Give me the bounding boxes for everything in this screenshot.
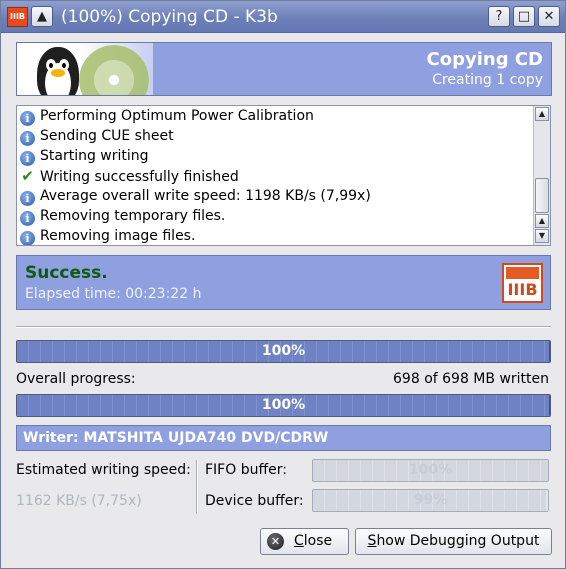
estimated-speed-label: Estimated writing speed: xyxy=(16,462,191,478)
banner-art xyxy=(17,43,153,95)
k3b-logo-icon: IIIB xyxy=(502,263,543,303)
log-item: i Sending CUE sheet xyxy=(20,126,174,146)
question-icon: ? xyxy=(495,9,503,24)
info-icon: i xyxy=(20,191,35,206)
banner-subtitle: Creating 1 copy xyxy=(432,72,543,88)
help-button[interactable]: ? xyxy=(488,6,510,27)
window-title: (100%) Copying CD - K3b xyxy=(61,7,278,27)
scroll-thumb[interactable] xyxy=(535,178,549,213)
separator xyxy=(16,326,551,328)
log-item: ✔ Writing successfully finished xyxy=(20,166,239,186)
estimated-speed-value: 1162 KB/s (7,75x) xyxy=(16,493,142,509)
banner-title: Copying CD xyxy=(426,49,543,70)
chevron-up-icon: ▲ xyxy=(37,9,47,24)
k3b-copy-window: IIIB ▲ (100%) Copying CD - K3b ? □ ✕ Cop… xyxy=(0,0,566,569)
fifo-buffer-bar: 100% xyxy=(312,459,549,482)
progress-text: 100% xyxy=(261,343,306,359)
info-icon: i xyxy=(20,131,35,146)
log-item-text: Writing successfully finished xyxy=(40,169,239,185)
buffer-text: 100% xyxy=(408,462,453,478)
overall-written-text: 698 of 698 MB written xyxy=(393,371,549,387)
log-item-text: Removing image files. xyxy=(40,228,196,244)
elapsed-time: Elapsed time: 00:23:22 h xyxy=(25,286,202,302)
k3b-app-icon[interactable]: IIIB xyxy=(7,7,28,27)
close-button-mnemonic: C xyxy=(294,533,304,549)
close-button-label: lose xyxy=(303,533,333,549)
log-scrollbar[interactable]: ▲ ▲ ▼ xyxy=(533,106,550,245)
close-window-button[interactable]: ✕ xyxy=(538,6,560,27)
penguin-icon xyxy=(37,47,79,95)
log-list[interactable]: i Performing Optimum Power Calibration iS… xyxy=(16,105,551,246)
device-buffer-label: Device buffer: xyxy=(205,493,304,509)
log-item: i Removing temporary files. xyxy=(20,206,225,226)
log-item-text: Removing temporary files. xyxy=(40,208,226,224)
arrow-down-icon: ▼ xyxy=(538,231,546,240)
maximize-button[interactable]: □ xyxy=(513,6,535,27)
info-icon: i xyxy=(20,151,35,166)
vertical-separator xyxy=(196,460,198,514)
close-icon: ✕ xyxy=(543,9,555,24)
fifo-buffer-label: FIFO buffer: xyxy=(205,462,287,478)
show-debugging-output-button[interactable]: Show Debugging Output xyxy=(355,528,552,555)
log-item-text: Average overall write speed: 1198 KB/s (… xyxy=(40,188,371,204)
title-bar[interactable]: IIIB ▲ (100%) Copying CD - K3b ? □ ✕ xyxy=(1,1,565,33)
cd-disc-icon xyxy=(79,45,149,95)
info-icon: i xyxy=(20,111,35,126)
buffer-text: 99% xyxy=(413,492,448,508)
header-banner: Copying CD Creating 1 copy xyxy=(16,42,552,96)
device-buffer-bar: 99% xyxy=(312,489,549,512)
maximize-icon: □ xyxy=(517,9,531,24)
debug-button-label: how Debugging Output xyxy=(376,533,540,549)
scroll-down-step-button[interactable]: ▲ xyxy=(535,214,549,228)
track-progress-bar: 100% xyxy=(16,340,551,363)
info-icon: i xyxy=(20,231,35,245)
close-icon: ✕ xyxy=(267,533,284,550)
log-item: i Removing image files. xyxy=(20,226,196,245)
overall-progress-label: Overall progress: xyxy=(16,371,136,387)
info-icon: i xyxy=(20,211,35,226)
log-item: i Starting writing xyxy=(20,146,149,166)
overall-progress-bar: 100% xyxy=(16,394,551,417)
log-item-text: Sending CUE sheet xyxy=(40,128,174,144)
close-button[interactable]: ✕ Close xyxy=(260,528,349,555)
log-item-text: Starting writing xyxy=(40,148,149,164)
log-item: i Average overall write speed: 1198 KB/s … xyxy=(20,186,371,206)
progress-text: 100% xyxy=(261,397,306,413)
arrow-up-icon: ▲ xyxy=(538,216,546,225)
scroll-down-button[interactable]: ▼ xyxy=(535,229,549,243)
status-title: Success. xyxy=(25,263,108,283)
check-icon: ✔ xyxy=(21,167,34,185)
arrow-up-icon: ▲ xyxy=(538,109,546,118)
log-item-text: Performing Optimum Power Calibration xyxy=(40,108,314,124)
scroll-up-button[interactable]: ▲ xyxy=(535,107,549,121)
log-item: i Performing Optimum Power Calibration xyxy=(20,106,314,126)
status-panel: Success. Elapsed time: 00:23:22 h IIIB xyxy=(16,255,551,310)
writer-label: Writer: MATSHITA UJDA740 DVD/CDRW xyxy=(16,425,551,451)
shade-button[interactable]: ▲ xyxy=(31,6,53,27)
